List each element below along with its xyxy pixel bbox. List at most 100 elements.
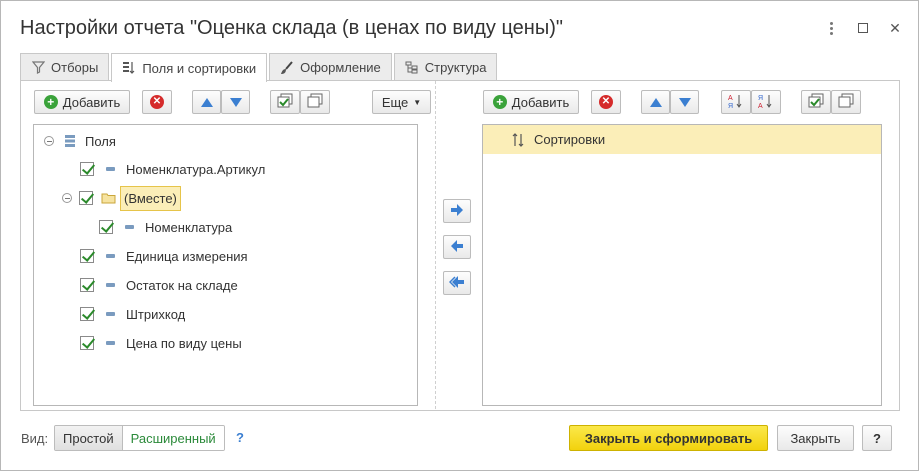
view-help-link[interactable]: ? <box>236 430 244 445</box>
sort-root-row[interactable]: Сортировки <box>483 125 881 154</box>
tree-item-stock[interactable]: Остаток на складе <box>80 271 238 299</box>
arrow-down-icon <box>678 97 691 107</box>
svg-text:Я: Я <box>728 103 733 109</box>
folder-icon <box>101 192 116 204</box>
tab-filters[interactable]: Отборы <box>20 53 110 81</box>
tree-item-label: Штрихкод <box>126 306 186 322</box>
arrow-right-icon <box>450 203 464 219</box>
double-arrow-left-icon <box>448 275 465 291</box>
tree-item-label: Цена по виду цены <box>126 335 242 351</box>
arrow-down-icon <box>229 97 242 107</box>
checkbox[interactable] <box>80 336 94 350</box>
sort-root-label: Сортировки <box>534 132 606 147</box>
uncheck-all-button[interactable] <box>300 90 330 114</box>
tab-structure[interactable]: Структура <box>393 53 498 81</box>
tab-label: Структура <box>424 60 487 75</box>
move-right-button[interactable] <box>443 199 471 223</box>
delete-sort-button[interactable]: ✕ <box>591 90 621 114</box>
add-field-button[interactable]: + Добавить <box>34 90 130 114</box>
field-icon <box>106 312 115 316</box>
maximize-icon[interactable] <box>854 19 872 37</box>
svg-text:А: А <box>758 103 763 109</box>
tree-root-label: Поля <box>85 133 116 149</box>
collapse-icon[interactable] <box>44 136 54 146</box>
checkbox[interactable] <box>79 191 93 205</box>
tree-item-nomenclature[interactable]: Номенклатура <box>99 213 232 241</box>
help-button[interactable]: ? <box>862 425 892 451</box>
tree-item-label: Остаток на складе <box>126 277 238 293</box>
add-sort-button[interactable]: + Добавить <box>483 90 579 114</box>
checkbox[interactable] <box>80 307 94 321</box>
fields-sort-icon <box>122 61 136 75</box>
tab-label: Поля и сортировки <box>142 60 257 76</box>
delete-icon: ✕ <box>150 95 164 109</box>
more-button[interactable]: Еще ▼ <box>372 90 431 114</box>
arrow-up-icon <box>649 97 662 107</box>
check-all-button[interactable] <box>270 90 300 114</box>
close-icon[interactable]: ✕ <box>886 19 904 37</box>
svg-text:Я: Я <box>758 95 763 102</box>
move-up-button[interactable] <box>192 90 221 114</box>
checkbox[interactable] <box>80 162 94 176</box>
sort-uncheck-all-button[interactable] <box>831 90 861 114</box>
tab-label: Отборы <box>51 60 99 75</box>
plus-icon: + <box>492 95 507 109</box>
add-label: Добавить <box>511 94 570 110</box>
sort-icon <box>512 132 524 147</box>
tree-item-unit[interactable]: Единица измерения <box>80 242 248 270</box>
add-label: Добавить <box>62 94 121 110</box>
structure-icon <box>405 61 419 75</box>
sort-move-down-button[interactable] <box>670 90 699 114</box>
sort-move-up-button[interactable] <box>641 90 670 114</box>
close-and-generate-button[interactable]: Закрыть и сформировать <box>569 425 768 451</box>
tree-root-row[interactable]: Поля <box>44 127 116 155</box>
sort-descending-button[interactable]: ЯА <box>751 90 781 114</box>
tree-item-label: Единица измерения <box>126 248 248 264</box>
view-mode-switch: Простой Расширенный <box>54 425 225 451</box>
svg-text:А: А <box>728 95 733 102</box>
sort-ascending-icon: АЯ <box>727 93 745 112</box>
move-down-button[interactable] <box>221 90 250 114</box>
field-icon <box>106 254 115 258</box>
delete-icon: ✕ <box>599 95 613 109</box>
view-mode-simple[interactable]: Простой <box>55 426 123 450</box>
uncheck-all-icon <box>838 93 854 112</box>
tab-fields-sort[interactable]: Поля и сортировки <box>111 53 268 82</box>
checkbox[interactable] <box>99 220 113 234</box>
field-icon <box>125 225 134 229</box>
tab-appearance[interactable]: Оформление <box>269 53 392 81</box>
tree-item-article[interactable]: Номенклатура.Артикул <box>80 155 265 183</box>
tab-bar: Отборы Поля и сортировки Оформление Стру… <box>20 53 499 82</box>
tree-item-barcode[interactable]: Штрихкод <box>80 300 185 328</box>
more-label: Еще <box>381 94 409 110</box>
check-all-icon <box>808 93 824 112</box>
close-button[interactable]: Закрыть <box>777 425 854 451</box>
more-menu-icon[interactable] <box>822 19 840 37</box>
arrow-up-icon <box>200 97 213 107</box>
panel-divider[interactable] <box>435 81 436 409</box>
view-mode-advanced[interactable]: Расширенный <box>122 426 224 450</box>
fields-tree[interactable]: Поля Номенклатура.Артикул (Вместе) Номен… <box>33 124 418 406</box>
checkbox[interactable] <box>80 278 94 292</box>
list-icon <box>64 134 76 148</box>
brush-icon <box>280 60 294 75</box>
tree-item-together[interactable]: (Вместе) <box>62 184 181 212</box>
tree-item-price[interactable]: Цена по виду цены <box>80 329 242 357</box>
field-icon <box>106 341 115 345</box>
filter-icon <box>31 61 45 75</box>
sort-check-all-button[interactable] <box>801 90 831 114</box>
sort-tree[interactable]: Сортировки <box>482 124 882 406</box>
tree-item-label: (Вместе) <box>120 185 181 211</box>
window-title: Настройки отчета "Оценка склада (в ценах… <box>20 17 563 39</box>
move-left-button[interactable] <box>443 235 471 259</box>
check-all-icon <box>277 93 293 112</box>
sort-ascending-button[interactable]: АЯ <box>721 90 751 114</box>
field-icon <box>106 283 115 287</box>
tree-item-label: Номенклатура <box>145 219 233 235</box>
collapse-icon[interactable] <box>62 193 72 203</box>
delete-field-button[interactable]: ✕ <box>142 90 172 114</box>
move-all-left-button[interactable] <box>443 271 471 295</box>
checkbox[interactable] <box>80 249 94 263</box>
arrow-left-icon <box>450 239 464 255</box>
sort-descending-icon: ЯА <box>757 93 775 112</box>
